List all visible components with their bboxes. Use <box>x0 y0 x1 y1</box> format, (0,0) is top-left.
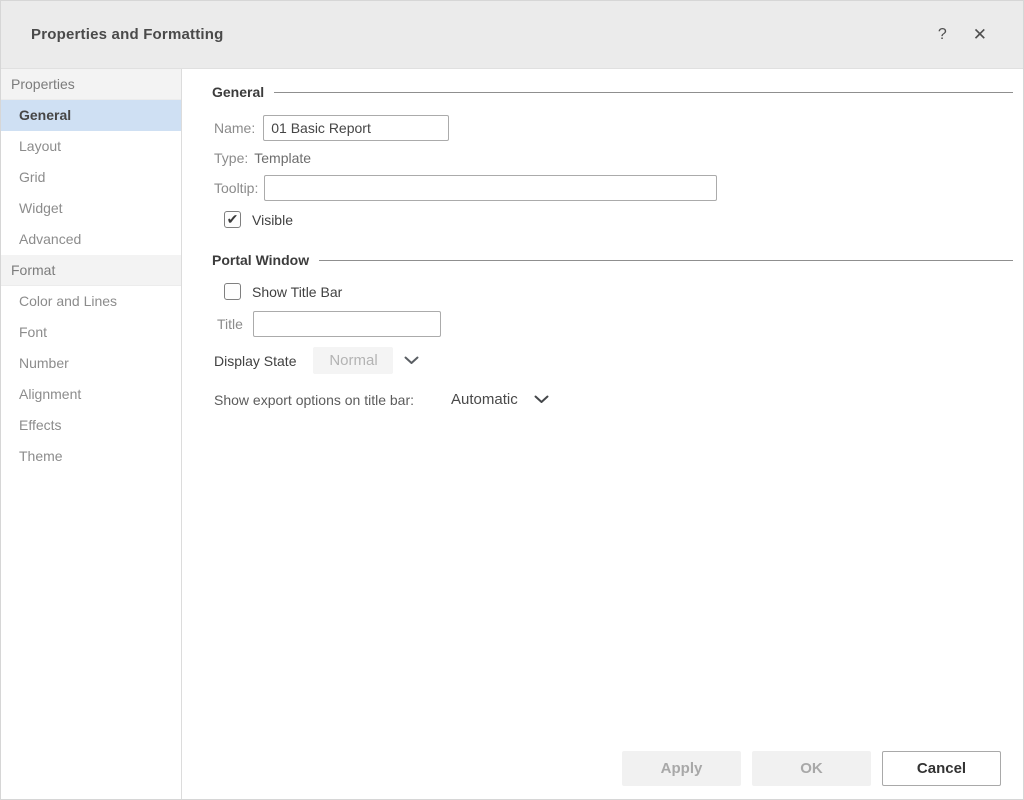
type-value: Template <box>254 150 311 166</box>
ok-button[interactable]: OK <box>752 751 871 786</box>
sidebar-header-format: Format <box>1 255 181 286</box>
dialog-footer: Apply OK Cancel <box>622 751 1001 786</box>
export-options-label: Show export options on title bar: <box>214 392 414 408</box>
type-row: Type: Template <box>214 150 1013 166</box>
name-row: Name: <box>214 115 1013 141</box>
show-title-bar-checkbox[interactable]: ✔ <box>224 283 241 300</box>
sidebar-item-font[interactable]: Font <box>1 317 181 348</box>
sidebar-header-properties: Properties <box>1 69 181 100</box>
dialog-body: Properties General Layout Grid Widget Ad… <box>1 69 1023 800</box>
show-title-bar-row: ✔ Show Title Bar <box>224 283 1013 300</box>
sidebar-item-widget[interactable]: Widget <box>1 193 181 224</box>
properties-dialog: Properties and Formatting ? ✕ Properties… <box>0 0 1024 800</box>
sidebar-item-alignment[interactable]: Alignment <box>1 379 181 410</box>
heading-rule <box>319 260 1013 261</box>
portal-window-section-heading: Portal Window <box>212 252 1013 268</box>
name-input[interactable] <box>263 115 449 141</box>
heading-rule <box>274 92 1013 93</box>
sidebar-item-layout[interactable]: Layout <box>1 131 181 162</box>
cancel-button[interactable]: Cancel <box>882 751 1001 786</box>
title-input[interactable] <box>253 311 441 337</box>
display-state-dropdown: Normal <box>313 347 393 374</box>
export-options-row: Show export options on title bar: Automa… <box>214 391 1013 408</box>
title-row: Title <box>217 311 1013 337</box>
visible-row: ✔ Visible <box>224 211 1013 228</box>
chevron-down-icon[interactable] <box>534 395 549 404</box>
sidebar-item-grid[interactable]: Grid <box>1 162 181 193</box>
dialog-titlebar: Properties and Formatting ? ✕ <box>1 1 1023 69</box>
display-state-row: Display State Normal <box>214 347 1013 374</box>
type-label: Type: <box>214 150 248 166</box>
content-panel: General Name: Type: Template Tooltip: ✔ … <box>182 69 1023 800</box>
sidebar-item-advanced[interactable]: Advanced <box>1 224 181 255</box>
tooltip-label: Tooltip: <box>214 180 258 196</box>
general-section-heading: General <box>212 84 1013 100</box>
sidebar-item-theme[interactable]: Theme <box>1 441 181 472</box>
portal-window-heading-label: Portal Window <box>212 252 309 268</box>
sidebar: Properties General Layout Grid Widget Ad… <box>1 69 182 800</box>
sidebar-item-color-and-lines[interactable]: Color and Lines <box>1 286 181 317</box>
tooltip-row: Tooltip: <box>214 175 1013 201</box>
visible-checkbox[interactable]: ✔ <box>224 211 241 228</box>
display-state-label: Display State <box>214 353 296 369</box>
visible-label: Visible <box>252 212 293 228</box>
export-options-dropdown[interactable]: Automatic <box>451 391 518 408</box>
titlebar-icons: ? ✕ <box>938 26 987 43</box>
sidebar-item-general[interactable]: General <box>1 100 181 131</box>
show-title-bar-label: Show Title Bar <box>252 284 342 300</box>
checkmark-icon: ✔ <box>227 212 239 226</box>
title-label: Title <box>217 316 243 332</box>
general-heading-label: General <box>212 84 264 100</box>
close-icon[interactable]: ✕ <box>973 26 987 43</box>
name-label: Name: <box>214 120 255 136</box>
help-icon[interactable]: ? <box>938 27 947 43</box>
sidebar-item-effects[interactable]: Effects <box>1 410 181 441</box>
dialog-title: Properties and Formatting <box>31 26 938 43</box>
sidebar-item-number[interactable]: Number <box>1 348 181 379</box>
chevron-down-icon[interactable] <box>404 356 419 365</box>
tooltip-input[interactable] <box>264 175 717 201</box>
apply-button[interactable]: Apply <box>622 751 741 786</box>
